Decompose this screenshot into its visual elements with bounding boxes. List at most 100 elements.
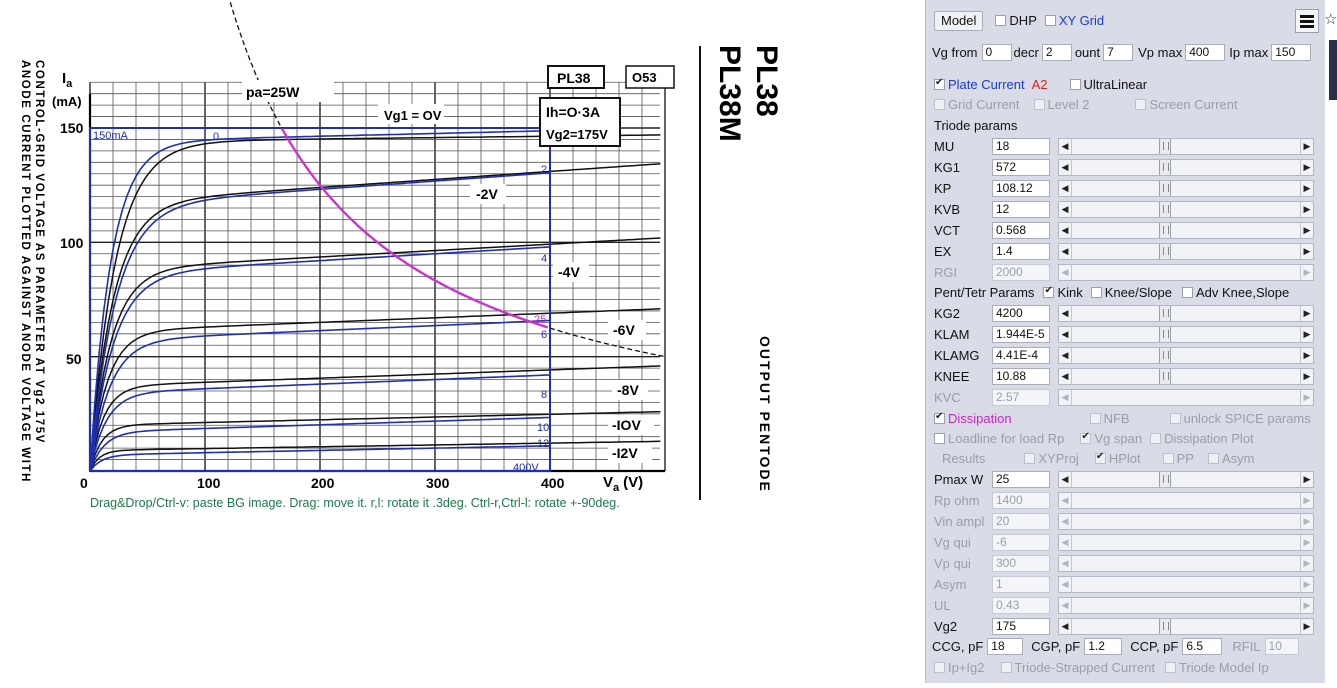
pp-checkbox[interactable] (1162, 453, 1174, 464)
grid-current-checkbox[interactable] (934, 99, 945, 110)
op-param-slider[interactable]: ◀ ▶ (1058, 492, 1314, 509)
slider-right-arrow-icon[interactable]: ▶ (1300, 306, 1313, 321)
op-param-slider[interactable]: ◀ ▶ (1058, 576, 1314, 593)
slider-thumb[interactable] (1159, 306, 1171, 321)
triode-param-slider[interactable]: ◀ ▶ (1058, 180, 1314, 197)
slider-thumb[interactable] (1159, 223, 1171, 238)
slider-right-arrow-icon[interactable]: ▶ (1300, 348, 1313, 363)
slider-thumb[interactable] (1159, 160, 1171, 175)
graph-canvas[interactable]: Ia (mA) 150 100 50 0 100 200 300 400 Va(… (0, 0, 925, 683)
level2-checkbox[interactable] (1033, 99, 1045, 110)
ccp-input[interactable]: 6.5 (1182, 638, 1223, 655)
slider-right-arrow-icon[interactable]: ▶ (1300, 556, 1313, 571)
knee-slope-checkbox[interactable] (1090, 287, 1102, 298)
slider-left-arrow-icon[interactable]: ◀ (1059, 369, 1072, 384)
slider-left-arrow-icon[interactable]: ◀ (1059, 535, 1072, 550)
xy-grid-checkbox[interactable] (1044, 15, 1056, 26)
slider-left-arrow-icon[interactable]: ◀ (1059, 160, 1072, 175)
pent-param-slider[interactable]: ◀ ▶ (1058, 326, 1314, 343)
triode-param-slider[interactable]: ◀ ▶ (1058, 264, 1314, 281)
op-param-value-input[interactable]: 20 (992, 513, 1050, 530)
slider-left-arrow-icon[interactable]: ◀ (1059, 577, 1072, 592)
tube-curve-graph[interactable]: Ia (mA) 150 100 50 0 100 200 300 400 Va(… (0, 0, 925, 683)
ccg-input[interactable]: 18 (987, 638, 1024, 655)
slider-left-arrow-icon[interactable]: ◀ (1059, 514, 1072, 529)
slider-left-arrow-icon[interactable]: ◀ (1059, 223, 1072, 238)
triode-param-slider[interactable]: ◀ ▶ (1058, 243, 1314, 260)
triode-param-slider[interactable]: ◀ ▶ (1058, 201, 1314, 218)
op-param-value-input[interactable]: 1400 (992, 492, 1050, 509)
slider-right-arrow-icon[interactable]: ▶ (1300, 327, 1313, 342)
triode-param-value-input[interactable]: 12 (992, 201, 1050, 218)
slider-thumb[interactable] (1159, 348, 1171, 363)
slider-left-arrow-icon[interactable]: ◀ (1059, 556, 1072, 571)
plate-current-checkbox[interactable] (934, 77, 945, 90)
op-param-slider[interactable]: ◀ ▶ (1058, 555, 1314, 572)
slider-right-arrow-icon[interactable]: ▶ (1300, 535, 1313, 550)
triode-strapped-checkbox[interactable] (1000, 662, 1012, 673)
slider-right-arrow-icon[interactable]: ▶ (1300, 265, 1313, 280)
star-icon[interactable]: ☆ (1324, 10, 1337, 28)
decr-input[interactable]: 2 (1041, 44, 1072, 61)
pent-param-value-input[interactable]: 4200 (992, 305, 1050, 322)
op-param-value-input[interactable]: 25 (992, 471, 1050, 488)
adv-knee-checkbox[interactable] (1181, 287, 1193, 298)
vg-from-input[interactable]: 0 (981, 44, 1012, 61)
slider-thumb[interactable] (1159, 369, 1171, 384)
slider-right-arrow-icon[interactable]: ▶ (1300, 598, 1313, 613)
slider-right-arrow-icon[interactable]: ▶ (1300, 619, 1313, 634)
slider-right-arrow-icon[interactable]: ▶ (1300, 472, 1313, 487)
slider-left-arrow-icon[interactable]: ◀ (1059, 202, 1072, 217)
vg-span-checkbox[interactable] (1080, 431, 1092, 444)
slider-left-arrow-icon[interactable]: ◀ (1059, 181, 1072, 196)
slider-left-arrow-icon[interactable]: ◀ (1059, 265, 1072, 280)
triode-param-slider[interactable]: ◀ ▶ (1058, 138, 1314, 155)
op-param-value-input[interactable]: 1 (992, 576, 1050, 593)
slider-left-arrow-icon[interactable]: ◀ (1059, 244, 1072, 259)
pent-param-slider[interactable]: ◀ ▶ (1058, 305, 1314, 322)
model-button[interactable]: Model (934, 10, 984, 31)
slider-thumb[interactable] (1159, 619, 1171, 634)
op-param-value-input[interactable]: 300 (992, 555, 1050, 572)
slider-left-arrow-icon[interactable]: ◀ (1059, 306, 1072, 321)
op-param-value-input[interactable]: 175 (992, 618, 1050, 635)
pent-param-value-input[interactable]: 10.88 (992, 368, 1050, 385)
kink-checkbox[interactable] (1043, 285, 1055, 298)
slider-left-arrow-icon[interactable]: ◀ (1059, 598, 1072, 613)
slider-thumb[interactable] (1159, 327, 1171, 342)
slider-left-arrow-icon[interactable]: ◀ (1059, 619, 1072, 634)
slider-left-arrow-icon[interactable]: ◀ (1059, 472, 1072, 487)
dissipation-checkbox[interactable] (934, 411, 945, 424)
triode-param-value-input[interactable]: 18 (992, 138, 1050, 155)
pent-param-value-input[interactable]: 2.57 (992, 389, 1050, 406)
vp-max-input[interactable]: 400 (1185, 44, 1226, 61)
scrollbar-thumb[interactable] (1329, 40, 1337, 100)
xyproj-checkbox[interactable] (1024, 453, 1036, 464)
slider-right-arrow-icon[interactable]: ▶ (1300, 244, 1313, 259)
slider-left-arrow-icon[interactable]: ◀ (1059, 390, 1072, 405)
hplot-checkbox[interactable] (1094, 451, 1106, 464)
loadline-checkbox[interactable] (934, 433, 945, 444)
slider-right-arrow-icon[interactable]: ▶ (1300, 223, 1313, 238)
ip-ig2-checkbox[interactable] (934, 662, 945, 673)
slider-thumb[interactable] (1159, 202, 1171, 217)
pent-param-value-input[interactable]: 4.41E-4 (992, 347, 1050, 364)
slider-left-arrow-icon[interactable]: ◀ (1059, 493, 1072, 508)
triode-param-value-input[interactable]: 572 (992, 159, 1050, 176)
triode-param-slider[interactable]: ◀ ▶ (1058, 222, 1314, 239)
menu-icon[interactable] (1295, 9, 1319, 33)
slider-thumb[interactable] (1159, 244, 1171, 259)
op-param-slider[interactable]: ◀ ▶ (1058, 597, 1314, 614)
op-param-value-input[interactable]: 0.43 (992, 597, 1050, 614)
count-input[interactable]: 7 (1103, 44, 1134, 61)
op-param-slider[interactable]: ◀ ▶ (1058, 618, 1314, 635)
triode-param-slider[interactable]: ◀ ▶ (1058, 159, 1314, 176)
triode-model-ip-checkbox[interactable] (1164, 662, 1176, 673)
triode-param-value-input[interactable]: 0.568 (992, 222, 1050, 239)
slider-right-arrow-icon[interactable]: ▶ (1300, 202, 1313, 217)
triode-param-value-input[interactable]: 108.12 (992, 180, 1050, 197)
page-scrollbar[interactable]: ☆ (1324, 0, 1337, 683)
op-param-slider[interactable]: ◀ ▶ (1058, 471, 1314, 488)
slider-right-arrow-icon[interactable]: ▶ (1300, 390, 1313, 405)
ultralinear-checkbox[interactable] (1069, 79, 1081, 90)
